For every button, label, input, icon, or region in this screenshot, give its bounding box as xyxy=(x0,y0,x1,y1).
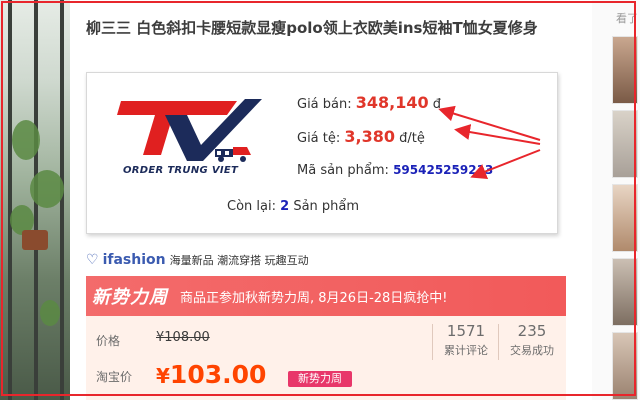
promo-badge: 新势力周 xyxy=(288,371,352,387)
related-thumb[interactable] xyxy=(612,332,638,400)
promo-banner[interactable]: 新势力周 商品正参加秋新势力周, 8月26日-28日疯抢中! xyxy=(86,276,566,316)
product-detail: 柳三三 白色斜扣卡腰短款显瘦polo领上衣欧美ins短袖T恤女夏修身 ORDER… xyxy=(82,0,587,400)
sales-stat: 235 交易成功 xyxy=(500,322,564,358)
related-thumb[interactable] xyxy=(612,258,638,326)
divider xyxy=(432,324,433,360)
related-label: 看了 xyxy=(616,12,638,25)
ifashion-bar[interactable]: ♡ ifashion 海量新品 潮流穿搭 玩趣互动 xyxy=(86,250,309,270)
promo-logo: 新势力周 xyxy=(92,287,168,308)
currency-symbol: ¥ xyxy=(156,364,170,388)
reviews-label: 累计评论 xyxy=(444,344,488,357)
product-photo-strip xyxy=(0,0,70,400)
original-price: ¥108.00 xyxy=(156,330,210,345)
code-label: Mã sản phẩm: xyxy=(297,163,389,178)
sales-count: 235 xyxy=(517,322,547,340)
rate-unit: đ/tệ xyxy=(399,131,425,146)
rate-value: 3,380 xyxy=(344,127,396,146)
related-thumb[interactable] xyxy=(612,36,638,104)
sale-price: ¥103.00 xyxy=(156,360,266,389)
sale-price-amount: 103.00 xyxy=(169,360,267,389)
logo-text: ORDER TRUNG VIET xyxy=(123,165,239,176)
reviews-stat[interactable]: 1571 累计评论 xyxy=(434,322,498,358)
stock-line: Còn lại: 2 Sản phẩm xyxy=(227,199,359,214)
promo-text: 商品正参加秋新势力周, 8月26日-28日疯抢中! xyxy=(180,290,448,306)
price-line: Giá bán: 348,140 đ xyxy=(297,93,441,112)
price-value: 348,140 xyxy=(355,93,429,112)
price-panel: 价格 ¥108.00 淘宝价 ¥103.00 新势力周 1571 累计评论 23… xyxy=(86,316,566,400)
arrow-to-code xyxy=(470,149,541,180)
ifashion-heart-icon: ♡ xyxy=(86,252,99,268)
product-title: 柳三三 白色斜扣卡腰短款显瘦polo领上衣欧美ins短袖T恤女夏修身 xyxy=(86,19,538,37)
ifashion-tags: 海量新品 潮流穿搭 玩趣互动 xyxy=(169,254,309,267)
ifashion-brand: ifashion xyxy=(102,252,166,268)
original-price-label: 价格 xyxy=(96,334,121,348)
related-column: 看了 xyxy=(592,0,640,400)
stock-unit: Sản phẩm xyxy=(293,199,360,214)
price-label: Giá bán: xyxy=(297,97,352,112)
rate-line: Giá tệ: 3,380 đ/tệ xyxy=(297,127,425,146)
annotation-arrows xyxy=(438,105,541,180)
rate-label: Giá tệ: xyxy=(297,131,341,146)
related-thumb[interactable] xyxy=(612,110,638,178)
stock-value: 2 xyxy=(280,199,290,214)
stock-label: Còn lại: xyxy=(227,199,276,214)
taobao-price-label: 淘宝价 xyxy=(96,370,133,384)
divider xyxy=(498,324,499,360)
sales-label: 交易成功 xyxy=(510,344,554,357)
reviews-count: 1571 xyxy=(446,322,486,340)
related-thumb[interactable] xyxy=(612,184,638,252)
